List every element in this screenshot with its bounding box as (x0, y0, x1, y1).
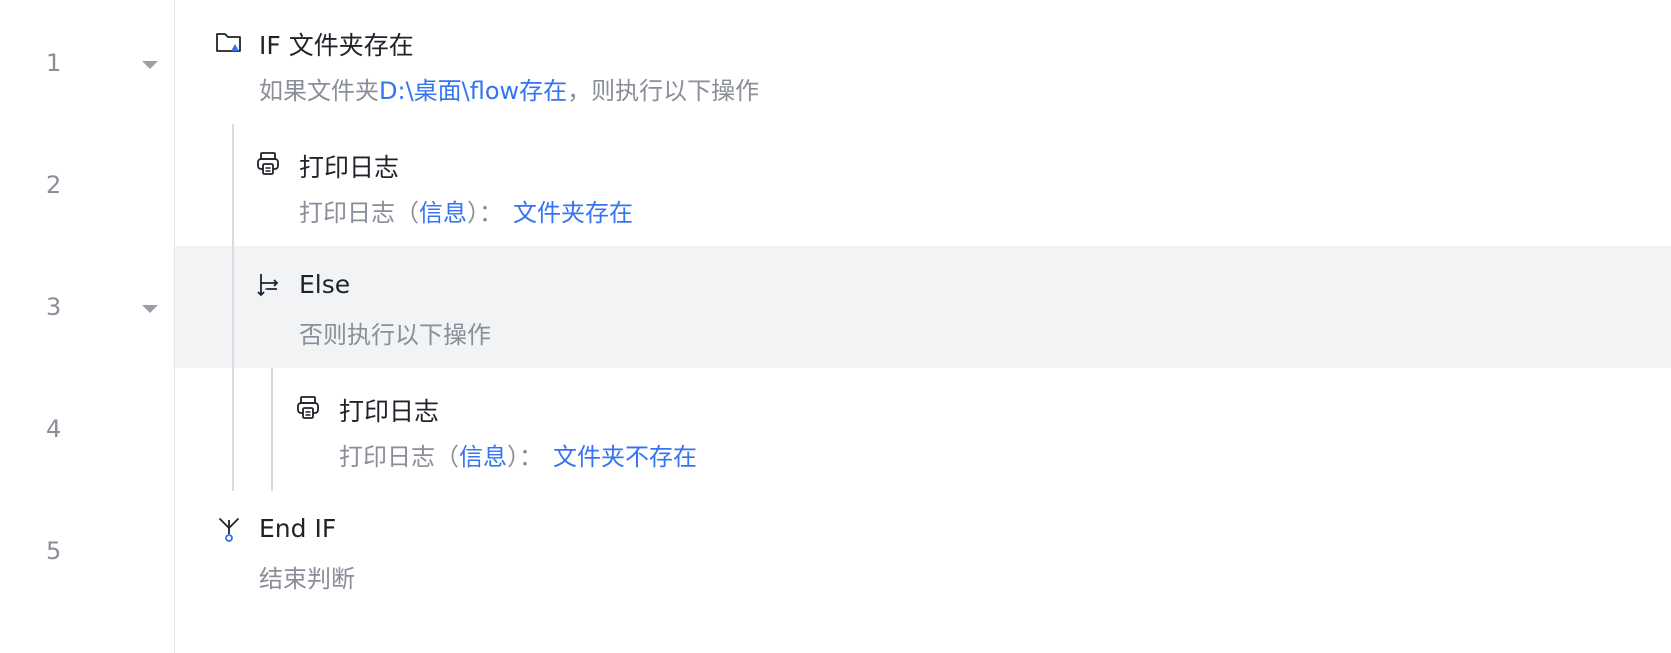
desc-text: ）： (507, 443, 543, 471)
line-number: 5 (46, 537, 62, 565)
collapse-caret-icon[interactable] (142, 61, 158, 69)
collapse-caret-icon[interactable] (142, 305, 158, 313)
desc-message: 文件夹不存在 (553, 443, 697, 471)
line-number-gutter: 1 2 3 4 5 (0, 0, 175, 653)
step-description: 如果文件夹D:\桌面\flow存在，则执行以下操作 (259, 71, 759, 106)
end-if-icon (219, 518, 239, 542)
desc-folder-path: D:\桌面\flow存在 (379, 77, 568, 105)
nesting-guide-line (271, 368, 273, 491)
print-log-icon (257, 152, 279, 175)
line-number: 1 (46, 49, 62, 77)
step-title: End IF (259, 514, 337, 543)
print-log-icon (297, 396, 319, 419)
desc-text: 打印日志（ (339, 443, 459, 471)
step-description: 打印日志（信息）： 文件夹存在 (299, 193, 633, 228)
desc-message: 文件夹存在 (513, 199, 633, 227)
line-number: 4 (46, 415, 62, 443)
else-branch-icon (257, 274, 279, 297)
step-title: Else (299, 270, 351, 299)
line-number: 3 (46, 293, 62, 321)
step-title: 打印日志 (299, 153, 400, 182)
line-number: 2 (46, 171, 62, 199)
desc-text: ，则执行以下操作 (567, 77, 760, 105)
desc-text: 如果文件夹 (259, 77, 379, 105)
nesting-guide-line (232, 124, 234, 491)
step-title: IF 文件夹存在 (259, 31, 414, 60)
step-description: 结束判断 (259, 565, 355, 593)
step-title: 打印日志 (339, 397, 440, 426)
desc-text: 打印日志（ (299, 199, 419, 227)
step-description: 打印日志（信息）： 文件夹不存在 (339, 437, 697, 472)
desc-level: 信息 (419, 199, 467, 227)
folder-exists-icon (216, 33, 241, 52)
desc-text: ）： (467, 199, 503, 227)
step-description: 否则执行以下操作 (299, 321, 491, 349)
desc-level: 信息 (459, 443, 507, 471)
